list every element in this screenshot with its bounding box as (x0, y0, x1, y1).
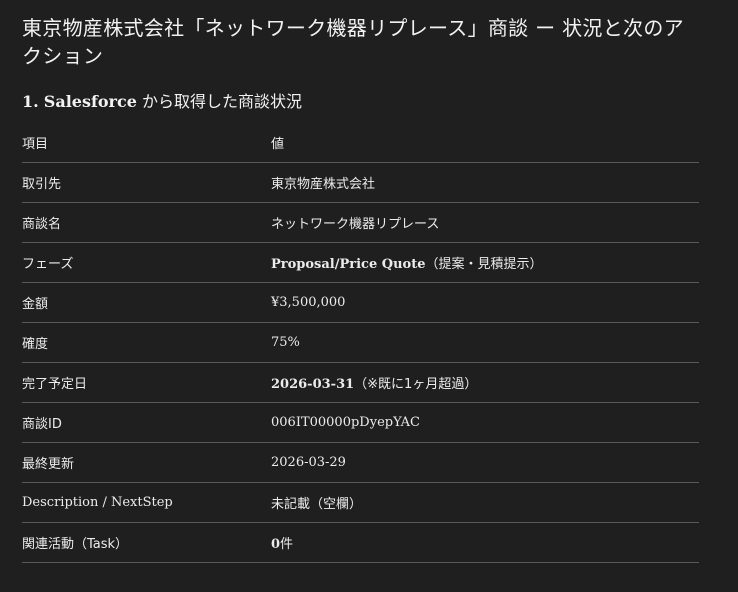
table-header-row: 項目 値 (22, 122, 699, 163)
row-value-text: （提案・見積提示） (425, 257, 543, 272)
row-value: Proposal/Price Quote（提案・見積提示） (271, 242, 699, 283)
row-value: ¥3,500,000 (271, 282, 699, 323)
row-value-text: 75% (271, 335, 300, 350)
row-value: 0件 (271, 522, 699, 563)
table-row: 商談名 ネットワーク機器リプレース (22, 202, 699, 243)
row-key: 関連活動（Task） (22, 522, 271, 563)
section-number: 1. (22, 92, 39, 111)
row-key: 取引先 (22, 162, 271, 203)
row-value-bold: 2026-03-31 (271, 377, 355, 392)
row-value: 東京物産株式会社 (271, 162, 699, 203)
row-value-text: 件 (280, 537, 294, 552)
table-row: 金額 ¥3,500,000 (22, 282, 699, 323)
opportunity-table: 項目 値 取引先 東京物産株式会社 商談名 ネットワーク機器リプレース フェーズ… (22, 122, 699, 563)
row-value-text: 2026-03-29 (271, 455, 346, 470)
section-heading: 1. Salesforce から取得した商談状況 (22, 91, 698, 113)
row-value: 未記載（空欄） (271, 482, 699, 523)
row-key: 完了予定日 (22, 362, 271, 403)
header-key: 項目 (22, 122, 271, 163)
row-key: 金額 (22, 282, 271, 323)
table-row: Description / NextStep 未記載（空欄） (22, 482, 699, 523)
section-brand: Salesforce (43, 92, 137, 111)
row-value-text: ネットワーク機器リプレース (271, 217, 440, 232)
row-value: 006IT00000pDyepYAC (271, 402, 699, 443)
row-key: フェーズ (22, 242, 271, 283)
table-row: 関連活動（Task） 0件 (22, 522, 699, 563)
row-value: 75% (271, 322, 699, 363)
row-value-text: ¥3,500,000 (271, 295, 346, 310)
row-value-bold: Proposal/Price Quote (271, 257, 426, 272)
row-key: 商談ID (22, 402, 271, 443)
row-value-text: 未記載（空欄） (271, 497, 363, 512)
row-value: 2026-03-31（※既に1ヶ月超過） (271, 362, 699, 403)
row-key: 確度 (22, 322, 271, 363)
document: 東京物産株式会社「ネットワーク機器リプレース」商談 ー 状況と次のアクション 1… (0, 0, 738, 563)
table-row: 取引先 東京物産株式会社 (22, 162, 699, 203)
row-value-text: 006IT00000pDyepYAC (271, 415, 420, 430)
row-value: 2026-03-29 (271, 442, 699, 483)
row-value: ネットワーク機器リプレース (271, 202, 699, 243)
page-title: 東京物産株式会社「ネットワーク機器リプレース」商談 ー 状況と次のアクション (22, 16, 684, 68)
table-row: 商談ID 006IT00000pDyepYAC (22, 402, 699, 443)
section-heading-text: から取得した商談状況 (136, 92, 302, 111)
table-row: 確度 75% (22, 322, 699, 363)
row-key: Description / NextStep (22, 482, 271, 523)
row-value-bold: 0 (271, 537, 281, 552)
row-value-text: （※既に1ヶ月超過） (354, 377, 478, 392)
row-key: 最終更新 (22, 442, 271, 483)
table-row: 完了予定日 2026-03-31（※既に1ヶ月超過） (22, 362, 699, 403)
header-value: 値 (271, 122, 699, 163)
table-row: フェーズ Proposal/Price Quote（提案・見積提示） (22, 242, 699, 283)
table-row: 最終更新 2026-03-29 (22, 442, 699, 483)
row-key: 商談名 (22, 202, 271, 243)
row-value-text: 東京物産株式会社 (271, 177, 376, 192)
